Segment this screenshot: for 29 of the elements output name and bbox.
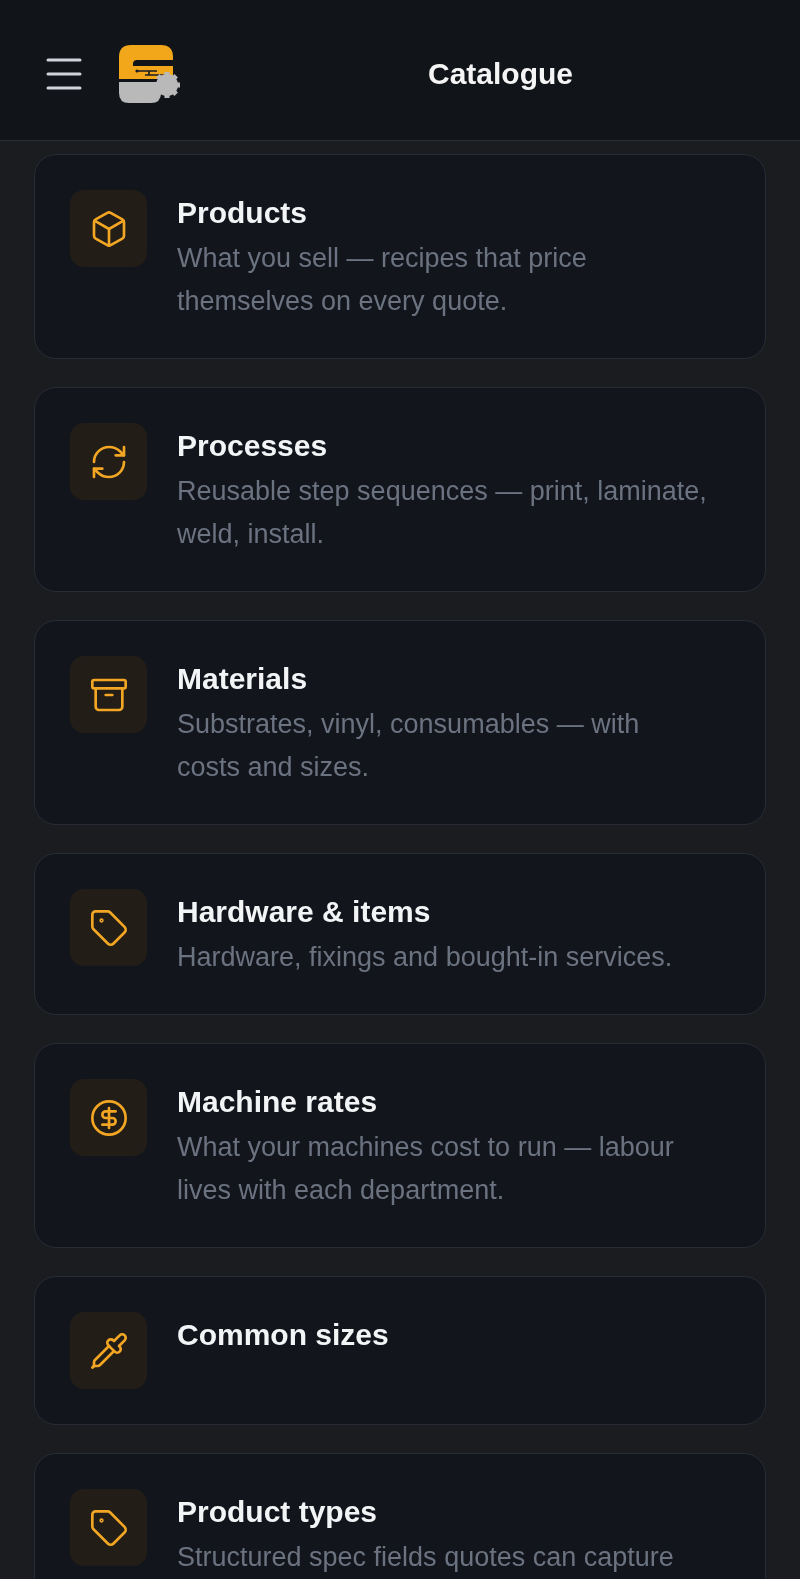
card-title: Product types — [177, 1494, 378, 1530]
pipette-icon — [70, 1312, 147, 1389]
card-title: Materials — [177, 661, 308, 697]
card-title: Hardware & items — [177, 894, 431, 930]
card-description: Structured spec fields quotes can capture — [177, 1541, 674, 1574]
catalogue-card[interactable]: Materials Substrates, vinyl, consumables — with costs and sizes. — [34, 620, 766, 825]
archive-box-icon — [70, 656, 147, 733]
logo-icon — [119, 45, 181, 103]
catalogue-card[interactable]: Product types Structured spec fields quotes can capture — [34, 1453, 766, 1579]
catalogue-card[interactable]: Processes Reusable step sequences — print, laminate, weld, install. — [34, 387, 766, 592]
catalogue-card[interactable]: Common sizes — [34, 1276, 766, 1425]
card-description: Reusable step sequences — print, laminate, weld, install. — [177, 475, 707, 551]
cube-icon — [70, 190, 147, 267]
card-description: Substrates, vinyl, consumables — with costs and sizes. — [177, 708, 640, 784]
refresh-icon — [70, 423, 147, 500]
tag-icon — [70, 889, 147, 966]
tag-icon — [70, 1489, 147, 1566]
catalogue-card[interactable]: Machine rates What your machines cost to run — labour lives with each department. — [34, 1043, 766, 1248]
catalogue-card[interactable]: Hardware & items Hardware, fixings and bought-in services. — [34, 853, 766, 1015]
catalogue-card[interactable]: Products What you sell — recipes that price themselves on every quote. — [34, 154, 766, 359]
card-title: Machine rates — [177, 1084, 378, 1120]
card-description: What you sell — recipes that price themselves on every quote. — [177, 242, 587, 318]
card-description: Hardware, fixings and bought-in services. — [177, 941, 673, 974]
page-title: Catalogue — [428, 56, 573, 92]
card-description: What your machines cost to run — labour lives with each department. — [177, 1131, 674, 1207]
card-title: Processes — [177, 428, 328, 464]
dollar-coin-icon — [70, 1079, 147, 1156]
card-title: Products — [177, 195, 308, 231]
card-title: Common sizes — [177, 1317, 389, 1353]
